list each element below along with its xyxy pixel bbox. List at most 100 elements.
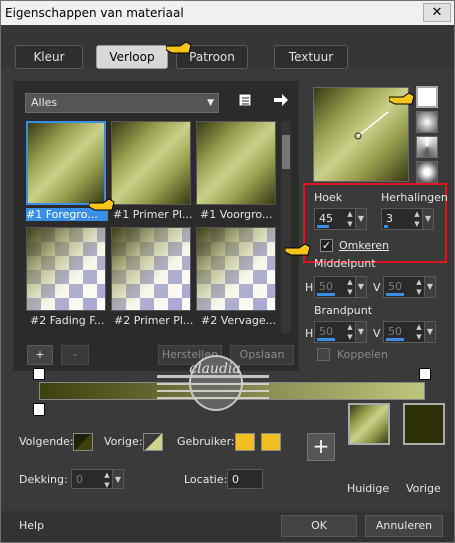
repeats-spinner[interactable]: 3 ▲ ▼ ▼	[381, 208, 434, 230]
previous-gradient-swatch[interactable]	[403, 403, 445, 445]
spin-arrows-icon[interactable]: ▲ ▼	[414, 277, 424, 297]
dropdown-arrow-icon[interactable]: ▼	[424, 321, 436, 343]
invert-label: Omkeren	[339, 239, 390, 252]
gradient-thumb-3[interactable]	[196, 121, 276, 205]
focal-h-spinner[interactable]: 50 ▲ ▼ ▼	[314, 321, 367, 343]
add-to-swatches-button[interactable]: +	[307, 433, 335, 461]
previous-label: Vorige	[406, 482, 441, 495]
current-gradient-swatch[interactable]	[348, 403, 390, 445]
linear-gradient-button[interactable]	[416, 86, 438, 108]
watermark-text: claudia	[189, 361, 241, 377]
tab-verloop[interactable]: Verloop	[96, 45, 168, 69]
opacity-value: 0	[76, 473, 83, 486]
angle-value: 45	[319, 212, 333, 225]
help-button[interactable]: Help	[19, 519, 44, 532]
close-button[interactable]: ✕	[423, 3, 451, 22]
rectangular-gradient-button[interactable]	[416, 111, 438, 133]
dropdown-arrow-icon[interactable]: ▼	[422, 208, 434, 230]
thumbnail-scrollbar[interactable]	[281, 121, 291, 333]
prev-label: Vorige:	[104, 435, 143, 448]
radial-gradient-button[interactable]	[416, 161, 438, 183]
midpoint-h-label: H	[305, 281, 314, 294]
chevron-down-icon: ▼	[207, 98, 214, 108]
midpoint-h-spinner[interactable]: 50 ▲ ▼ ▼	[314, 276, 367, 298]
spin-arrows-icon[interactable]: ▲ ▼	[345, 277, 355, 297]
focal-v-value: 50	[388, 325, 402, 338]
next-swatch[interactable]	[73, 433, 93, 451]
watermark-stripe	[157, 383, 269, 385]
gradient-preview-image	[196, 227, 276, 311]
gradient-thumb-label: #2 Fading F...	[30, 314, 105, 327]
scrollbar-thumb[interactable]	[282, 135, 290, 169]
location-label: Locatie:	[184, 473, 228, 486]
focal-h-label: H	[305, 327, 314, 340]
cancel-button[interactable]: Annuleren	[365, 515, 443, 537]
color-stop-left[interactable]	[33, 403, 45, 416]
list-view-icon[interactable]	[237, 92, 253, 108]
gradient-preview-image	[111, 227, 191, 311]
gradient-thumb-2[interactable]	[111, 121, 191, 205]
ok-button[interactable]: OK	[281, 515, 357, 537]
add-stop-button[interactable]: +	[27, 345, 53, 365]
midpoint-v-label: V	[373, 281, 381, 294]
dropdown-arrow-icon[interactable]: ▼	[355, 208, 367, 230]
title-bar: Eigenschappen van materiaal ✕	[1, 1, 454, 25]
spin-arrows-icon[interactable]: ▲ ▼	[414, 322, 424, 342]
spin-arrows-icon[interactable]: ▲ ▼	[102, 470, 112, 490]
midpoint-v-spinner[interactable]: 50 ▲ ▼ ▼	[383, 276, 436, 298]
current-label: Huidige	[347, 482, 390, 495]
pointer-hand-icon	[166, 41, 192, 54]
link-checkbox[interactable]	[317, 348, 330, 361]
dropdown-arrow-icon[interactable]: ▼	[424, 276, 436, 298]
dropdown-arrow-icon[interactable]: ▼	[355, 321, 367, 343]
sunburst-gradient-button[interactable]	[416, 136, 438, 158]
invert-checkbox[interactable]: ✓	[320, 239, 333, 252]
pointer-hand-icon	[285, 243, 311, 256]
window-title: Eigenschappen van materiaal	[5, 6, 184, 20]
category-dropdown[interactable]: Alles ▼	[25, 93, 219, 113]
gradient-thumb-label: #1 Primer Pl...	[113, 208, 193, 221]
spin-arrows-icon[interactable]: ▲ ▼	[412, 209, 422, 229]
gradient-preview-image	[111, 121, 191, 205]
prev-swatch[interactable]	[143, 433, 163, 451]
gradient-thumb-4[interactable]	[26, 227, 106, 311]
gradient-thumb-1[interactable]	[26, 121, 106, 205]
repeats-level	[384, 225, 388, 228]
angle-handle-icon[interactable]	[352, 108, 392, 142]
next-label: Volgende:	[19, 435, 74, 448]
angle-label: Hoek	[314, 191, 343, 204]
pointer-hand-icon	[89, 198, 115, 211]
tab-kleur[interactable]: Kleur	[15, 45, 83, 69]
arrow-right-icon[interactable]	[273, 93, 289, 107]
angle-level	[317, 225, 329, 228]
midpoint-v-level	[386, 293, 404, 296]
watermark-logo: claudia	[157, 353, 269, 419]
gradient-thumb-6[interactable]	[196, 227, 276, 311]
focal-h-value: 50	[319, 325, 333, 338]
opacity-spinner[interactable]: 0 ▲ ▼ ▼	[71, 469, 124, 490]
midpoint-h-level	[317, 293, 335, 296]
location-field[interactable]: 0	[227, 469, 263, 489]
remove-stop-button[interactable]: -	[61, 345, 89, 365]
midpoint-v-value: 50	[388, 280, 402, 293]
opacity-stop-right[interactable]	[419, 368, 431, 380]
user-swatch-2[interactable]	[261, 433, 281, 451]
user-label: Gebruiker:	[177, 435, 235, 448]
tab-textuur[interactable]: Textuur	[274, 45, 348, 69]
gradient-thumb-label: #1 Voorgro...	[200, 208, 273, 221]
gradient-thumb-label: #2 Vervage...	[201, 314, 277, 327]
user-swatch-1[interactable]	[235, 433, 255, 451]
dialog-footer: Help OK Annuleren	[1, 511, 454, 542]
focal-h-level	[317, 338, 335, 341]
gradient-thumb-5[interactable]	[111, 227, 191, 311]
dropdown-arrow-icon[interactable]: ▼	[112, 469, 124, 489]
gradient-preview-image	[26, 121, 106, 205]
dropdown-arrow-icon[interactable]: ▼	[355, 276, 367, 298]
opacity-label: Dekking:	[19, 473, 68, 486]
midpoint-h-value: 50	[319, 280, 333, 293]
focal-v-spinner[interactable]: 50 ▲ ▼ ▼	[383, 321, 436, 343]
spin-arrows-icon[interactable]: ▲ ▼	[345, 209, 355, 229]
angle-spinner[interactable]: 45 ▲ ▼ ▼	[314, 208, 367, 230]
spin-arrows-icon[interactable]: ▲ ▼	[345, 322, 355, 342]
opacity-stop-left[interactable]	[33, 368, 45, 380]
